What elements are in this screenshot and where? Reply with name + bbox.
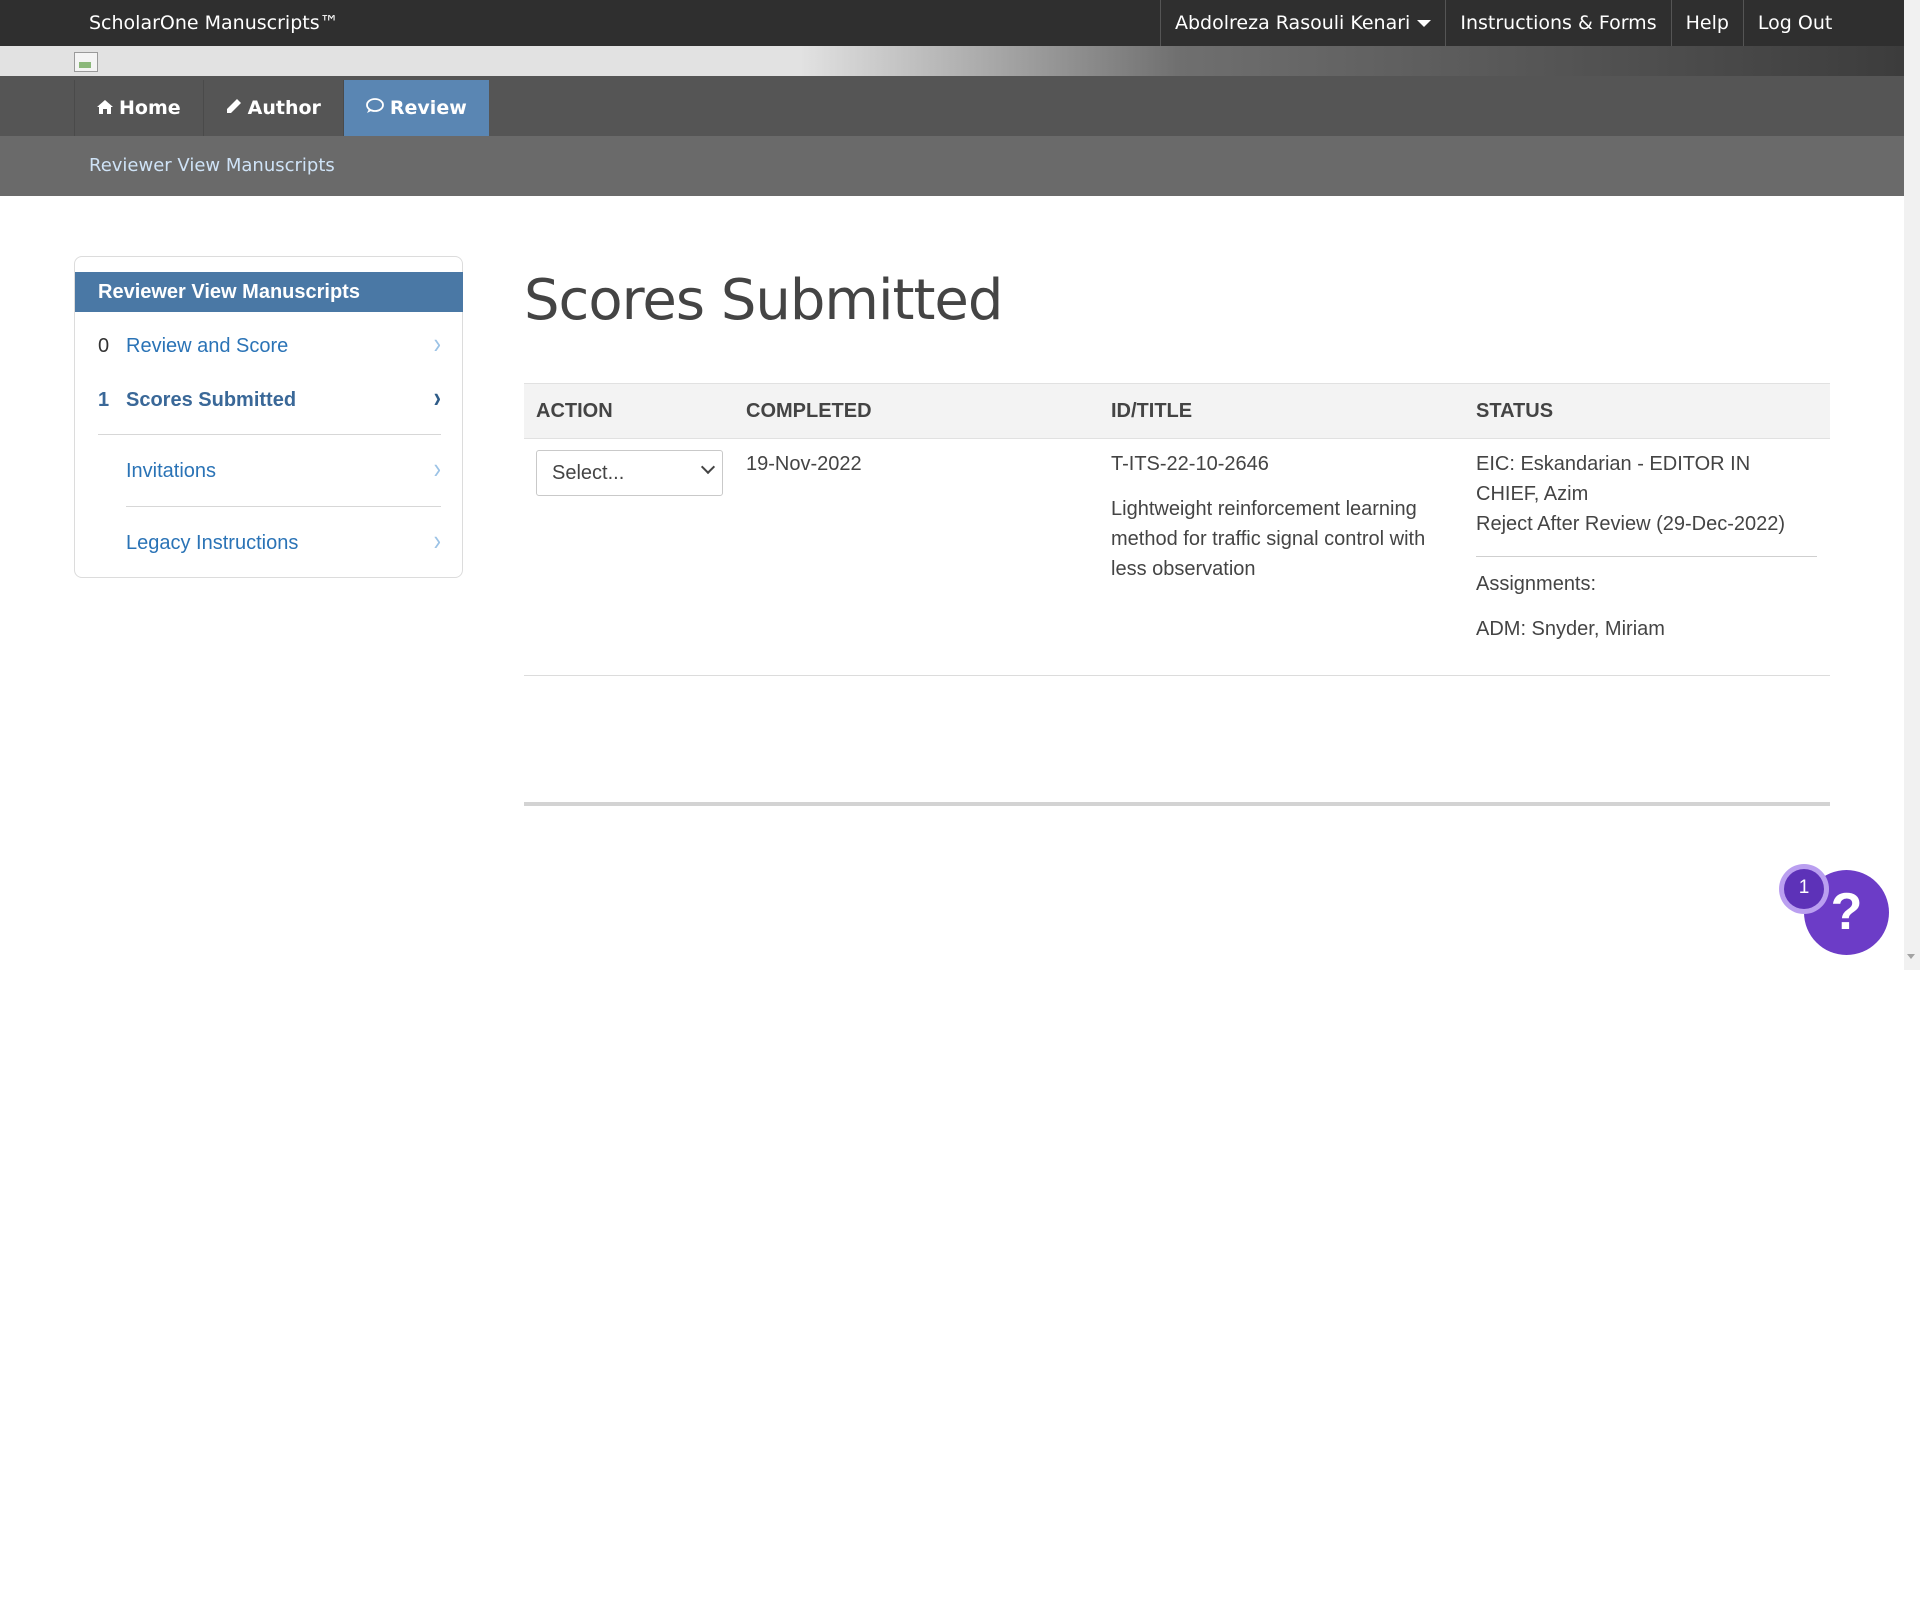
user-menu[interactable]: Abdolreza Rasouli Kenari <box>1161 0 1447 46</box>
tab-home[interactable]: Home <box>74 80 203 136</box>
sidebar-item-label: Review and Score <box>126 335 289 357</box>
brand-name: ScholarOne Manuscripts™ <box>89 12 339 34</box>
sidebar-title: Reviewer View Manuscripts <box>75 272 463 312</box>
sidebar-item-label: Legacy Instructions <box>126 532 299 554</box>
sidebar-divider <box>126 506 441 507</box>
breadcrumb-reviewer-view-manuscripts[interactable]: Reviewer View Manuscripts <box>89 155 335 176</box>
broken-image-icon <box>74 52 98 72</box>
chevron-down-icon <box>700 459 716 475</box>
pencil-icon <box>226 97 242 119</box>
sidebar-item-review-and-score[interactable]: 0 Review and Score › <box>98 327 441 391</box>
scroll-down-arrow-icon[interactable] <box>1907 954 1915 959</box>
scrollbar[interactable] <box>1904 0 1920 970</box>
chevron-right-icon: › <box>433 327 441 360</box>
main-nav: Home Author Review <box>0 76 1904 136</box>
status-divider <box>1476 556 1817 557</box>
top-bar: ScholarOne Manuscripts™ Abdolreza Rasoul… <box>0 0 1904 46</box>
help-link[interactable]: Help <box>1672 0 1744 46</box>
chevron-right-icon: › <box>433 452 441 485</box>
manuscript-title-line: method for traffic signal control with <box>1111 528 1426 550</box>
assignments-label: Assignments: <box>1476 573 1597 595</box>
manuscript-title-line: less observation <box>1111 558 1256 580</box>
status-line: CHIEF, Azim <box>1476 483 1589 505</box>
top-nav: Abdolreza Rasouli Kenari Instructions & … <box>1160 0 1846 46</box>
action-select[interactable]: Select... <box>536 450 723 496</box>
sidebar-item-count: 1 <box>98 389 110 411</box>
action-select-value: Select... <box>552 462 625 484</box>
column-header-id-title: ID/TITLE <box>1111 400 1193 422</box>
caret-down-icon <box>1417 19 1432 27</box>
table-header: ACTION COMPLETED ID/TITLE STATUS <box>524 383 1830 439</box>
status-line: EIC: Eskandarian - EDITOR IN <box>1476 453 1751 475</box>
sidebar-item-label: Scores Submitted <box>126 389 297 411</box>
user-name: Abdolreza Rasouli Kenari <box>1175 12 1411 34</box>
column-header-status: STATUS <box>1476 400 1554 422</box>
chevron-right-icon: › <box>433 381 441 414</box>
sidebar-item-invitations[interactable]: Invitations › <box>98 452 441 516</box>
help-badge-count: 1 <box>1784 869 1824 909</box>
status-line: Reject After Review (29-Dec-2022) <box>1476 513 1786 535</box>
manuscript-title-line: Lightweight reinforcement learning <box>1111 498 1417 520</box>
sidebar-item-label: Invitations <box>126 460 217 482</box>
tab-author-label: Author <box>247 97 321 119</box>
help-badge: 1 <box>1779 864 1829 914</box>
tab-home-label: Home <box>119 97 181 119</box>
completed-date: 19-Nov-2022 <box>746 453 862 475</box>
tab-review[interactable]: Review <box>342 80 489 136</box>
speech-bubble-icon <box>366 97 384 119</box>
sidebar-item-count: 0 <box>98 335 110 357</box>
column-header-completed: COMPLETED <box>746 400 872 422</box>
sub-nav: Reviewer View Manuscripts <box>0 136 1904 196</box>
column-header-action: ACTION <box>536 400 613 422</box>
log-out-link[interactable]: Log Out <box>1744 0 1846 46</box>
sidebar-item-legacy-instructions[interactable]: Legacy Instructions › <box>98 524 441 588</box>
row-divider <box>524 675 1830 676</box>
tab-review-label: Review <box>389 97 467 119</box>
chevron-right-icon: › <box>433 524 441 557</box>
assignments-value: ADM: Snyder, Miriam <box>1476 618 1665 640</box>
tab-author[interactable]: Author <box>202 80 343 136</box>
banner-strip <box>0 46 1904 76</box>
home-icon <box>97 97 113 119</box>
manuscript-id[interactable]: T-ITS-22-10-2646 <box>1111 449 1269 479</box>
question-mark-icon: ? <box>1830 883 1863 941</box>
instructions-forms-link[interactable]: Instructions & Forms <box>1446 0 1672 46</box>
sidebar: Reviewer View Manuscripts 0 Review and S… <box>74 256 463 578</box>
table-bottom-rule <box>524 802 1830 806</box>
sidebar-item-scores-submitted[interactable]: 1 Scores Submitted › <box>98 381 441 445</box>
sidebar-divider <box>98 434 441 435</box>
page-title: Scores Submitted <box>524 268 1003 333</box>
